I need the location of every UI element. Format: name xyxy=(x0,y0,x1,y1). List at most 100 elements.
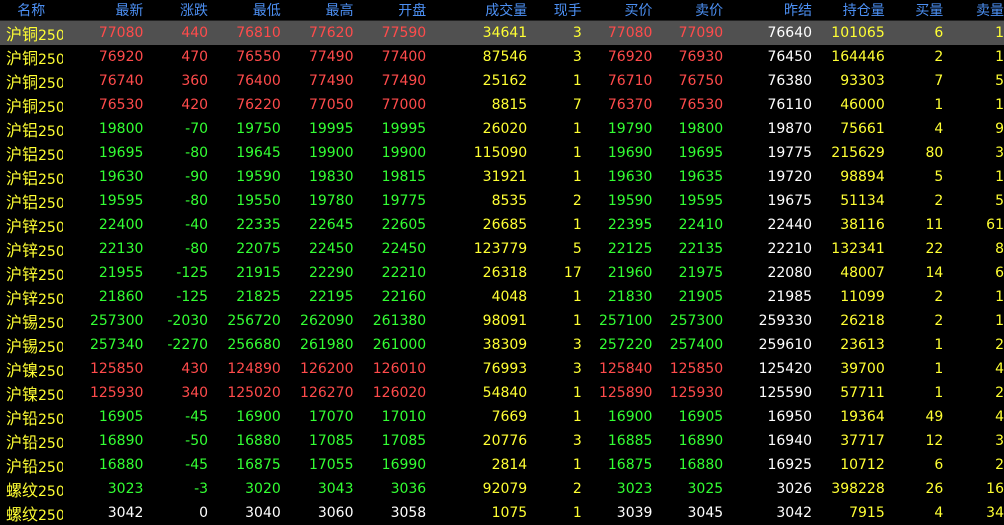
settle-cell: 21985 xyxy=(723,285,812,309)
table-row[interactable]: 沪铅250616890-5016880170851708520776316885… xyxy=(0,429,1004,453)
col-header-low[interactable]: 最低 xyxy=(208,0,281,21)
contract-name-cell[interactable]: 沪铜2508 xyxy=(0,93,63,117)
table-row[interactable]: 沪铅250516905-4516900170701701076691169001… xyxy=(0,405,1004,429)
col-header-ask[interactable]: 卖价 xyxy=(652,0,723,21)
contract-name-cell[interactable]: 沪铝2505 xyxy=(0,117,63,141)
col-header-bid[interactable]: 买价 xyxy=(582,0,653,21)
table-row[interactable]: 沪锌250721955-1252191522290222102631817219… xyxy=(0,261,1004,285)
bid-cell: 76920 xyxy=(582,45,653,69)
contract-name-cell[interactable]: 沪镍2505 xyxy=(0,357,63,381)
volume-cell: 8815 xyxy=(426,93,527,117)
contract-name-cell[interactable]: 沪铅2505 xyxy=(0,405,63,429)
contract-code: 2507 xyxy=(38,172,63,188)
low-cell: 76550 xyxy=(208,45,281,69)
table-row[interactable]: 沪铝250619695-8019645199001990011509011969… xyxy=(0,141,1004,165)
open-cell: 22605 xyxy=(353,213,426,237)
table-row[interactable]: 沪铜25077674036076400774907749025162176710… xyxy=(0,69,1004,93)
settle-cell: 22210 xyxy=(723,237,812,261)
contract-name-cell[interactable]: 沪铜2505 xyxy=(0,21,63,46)
contract-name-cell[interactable]: 沪铜2507 xyxy=(0,69,63,93)
open-cell: 22450 xyxy=(353,237,426,261)
settle-cell: 16925 xyxy=(723,453,812,477)
col-header-bidvol[interactable]: 买量 xyxy=(885,0,944,21)
contract-name-cell[interactable]: 沪锌2507 xyxy=(0,261,63,285)
table-row[interactable]: 沪锌250522400-4022335226452260526685122395… xyxy=(0,213,1004,237)
contract-name-cell[interactable]: 沪铅2507 xyxy=(0,453,63,477)
contract-name-cell[interactable]: 沪锡2505 xyxy=(0,309,63,333)
cur-cell: 1 xyxy=(527,453,582,477)
bidvol-cell: 11 xyxy=(885,213,944,237)
col-header-oi[interactable]: 持仓量 xyxy=(812,0,885,21)
contract-code: 2508 xyxy=(38,100,63,116)
table-row[interactable]: 沪锡2505257300-203025672026209026138098091… xyxy=(0,309,1004,333)
table-row[interactable]: 沪铝250719630-9019590198301981531921119630… xyxy=(0,165,1004,189)
table-row[interactable]: 沪镍25061259303401250201262701260205484011… xyxy=(0,381,1004,405)
open-cell: 22210 xyxy=(353,261,426,285)
table-row[interactable]: 螺纹25053023-33020304330369207923023302530… xyxy=(0,477,1004,501)
contract-name-cell[interactable]: 沪锌2505 xyxy=(0,213,63,237)
ask-cell: 21905 xyxy=(652,285,723,309)
settle-cell: 76110 xyxy=(723,93,812,117)
settle-cell: 125420 xyxy=(723,357,812,381)
bidvol-cell: 22 xyxy=(885,237,944,261)
contract-name-cell[interactable]: 螺纹2505 xyxy=(0,477,63,501)
col-header-high[interactable]: 最高 xyxy=(281,0,354,21)
contract-name-cell[interactable]: 沪镍2506 xyxy=(0,381,63,405)
low-cell: 22335 xyxy=(208,213,281,237)
contract-name-cell[interactable]: 沪锌2506 xyxy=(0,237,63,261)
last-cell: 22130 xyxy=(63,237,144,261)
table-row[interactable]: 螺纹25063042030403060305810751303930453042… xyxy=(0,501,1004,525)
open-cell: 261000 xyxy=(353,333,426,357)
contract-name-cell[interactable]: 沪铝2506 xyxy=(0,141,63,165)
contract-code: 2506 xyxy=(38,52,63,68)
table-row[interactable]: 沪铝250819595-8019550197801977585352195901… xyxy=(0,189,1004,213)
col-header-change[interactable]: 涨跌 xyxy=(143,0,208,21)
col-header-askvol[interactable]: 卖量 xyxy=(943,0,1004,21)
contract-name-cell[interactable]: 沪铜2506 xyxy=(0,45,63,69)
contract-name-cell[interactable]: 沪铝2508 xyxy=(0,189,63,213)
bid-cell: 21830 xyxy=(582,285,653,309)
ask-cell: 16905 xyxy=(652,405,723,429)
col-header-volume[interactable]: 成交量 xyxy=(426,0,527,21)
contract-name-cell[interactable]: 沪铅2506 xyxy=(0,429,63,453)
askvol-cell: 2 xyxy=(943,333,1004,357)
contract-name-cell[interactable]: 沪锌2508 xyxy=(0,285,63,309)
table-row[interactable]: 沪锌250622130-8022075224502245012377952212… xyxy=(0,237,1004,261)
col-header-open[interactable]: 开盘 xyxy=(353,0,426,21)
table-row[interactable]: 沪铅250716880-4516875170551699028141168751… xyxy=(0,453,1004,477)
bid-cell: 125890 xyxy=(582,381,653,405)
cur-cell: 1 xyxy=(527,501,582,525)
contract-code: 2508 xyxy=(38,196,63,212)
contract-name: 沪锌 xyxy=(6,289,38,308)
cur-cell: 1 xyxy=(527,381,582,405)
change-cell: 0 xyxy=(143,501,208,525)
oi-cell: 48007 xyxy=(812,261,885,285)
col-header-settle[interactable]: 昨结 xyxy=(723,0,812,21)
high-cell: 262090 xyxy=(281,309,354,333)
contract-name-cell[interactable]: 沪锡2506 xyxy=(0,333,63,357)
table-row[interactable]: 沪铝250519800-7019750199951999526020119790… xyxy=(0,117,1004,141)
open-cell: 19995 xyxy=(353,117,426,141)
contract-name-cell[interactable]: 沪铝2507 xyxy=(0,165,63,189)
bid-cell: 22125 xyxy=(582,237,653,261)
table-row[interactable]: 沪铜25087653042076220770507700088157763707… xyxy=(0,93,1004,117)
low-cell: 19645 xyxy=(208,141,281,165)
last-cell: 3042 xyxy=(63,501,144,525)
col-header-last[interactable]: 最新 xyxy=(63,0,144,21)
table-row[interactable]: 沪铜25067692047076550774907740087546376920… xyxy=(0,45,1004,69)
contract-code: 2506 xyxy=(38,508,63,524)
cur-cell: 1 xyxy=(527,69,582,93)
contract-name-cell[interactable]: 螺纹2506 xyxy=(0,501,63,525)
contract-name: 螺纹 xyxy=(6,505,38,524)
table-row[interactable]: 沪镍25051258504301248901262001260107699331… xyxy=(0,357,1004,381)
table-row[interactable]: 沪锡2506257340-227025668026198026100038309… xyxy=(0,333,1004,357)
table-row[interactable]: 沪锌250821860-1252182522195221604048121830… xyxy=(0,285,1004,309)
volume-cell: 7669 xyxy=(426,405,527,429)
ask-cell: 19635 xyxy=(652,165,723,189)
col-header-cur[interactable]: 现手 xyxy=(527,0,582,21)
col-header-name[interactable]: 名称 xyxy=(0,0,63,21)
bid-cell: 16875 xyxy=(582,453,653,477)
bidvol-cell: 2 xyxy=(885,285,944,309)
high-cell: 22290 xyxy=(281,261,354,285)
table-row[interactable]: 沪铜25057708044076810776207759034641377080… xyxy=(0,21,1004,46)
